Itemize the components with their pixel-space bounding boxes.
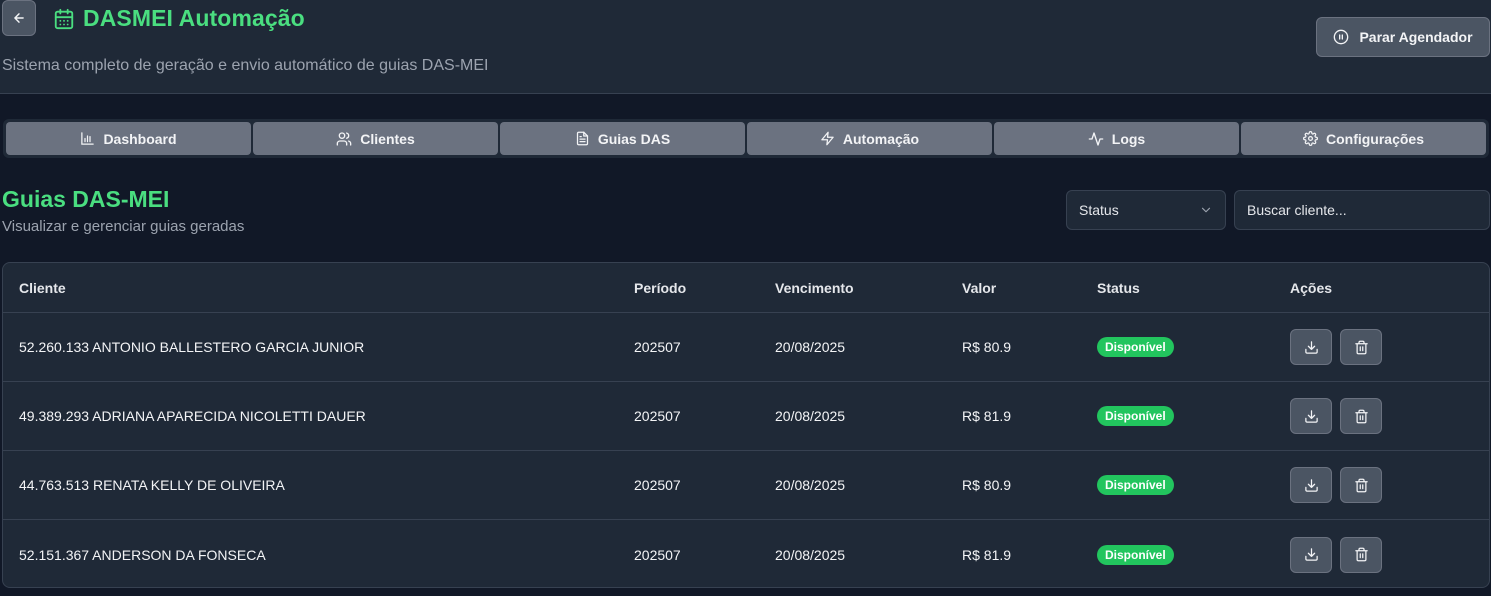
pause-circle-icon xyxy=(1334,29,1349,45)
cell-status: Disponível xyxy=(1097,451,1174,519)
chevron-down-icon xyxy=(1201,207,1211,213)
header-periodo: Período xyxy=(634,279,687,296)
cell-valor: R$ 80.9 xyxy=(962,339,1012,355)
zap-icon xyxy=(821,131,834,146)
tab-dashboard[interactable]: Dashboard xyxy=(6,122,251,155)
cell-valor: R$ 81.9 xyxy=(962,546,1012,563)
table-row: 52.151.367 ANDERSON DA FONSECA 202507 20… xyxy=(3,520,1489,587)
section-title: Guias DAS-MEI xyxy=(2,186,170,212)
cell-vencimento: 20/08/2025 xyxy=(775,339,846,355)
trash-icon xyxy=(1354,409,1368,423)
tab-label: Guias DAS xyxy=(597,130,671,147)
tab-label: Dashboard xyxy=(103,130,177,147)
cell-vencimento: 20/08/2025 xyxy=(775,408,846,424)
back-button[interactable] xyxy=(2,0,36,36)
tab-automacao[interactable]: Automação xyxy=(747,122,992,155)
trash-icon xyxy=(1354,340,1368,354)
cell-status: Disponível xyxy=(1097,520,1174,587)
guides-table: Cliente Período Vencimento Valor Status … xyxy=(2,262,1490,588)
tab-bar: Dashboard Clientes Guias DAS Automação L… xyxy=(3,119,1489,158)
app-subtitle: Sistema completo de geração e envio auto… xyxy=(2,57,489,74)
stop-scheduler-button[interactable]: Parar Agendador xyxy=(1316,17,1490,57)
table-row: 49.389.293 ADRIANA APARECIDA NICOLETTI D… xyxy=(3,382,1489,451)
cell-status: Disponível xyxy=(1097,313,1174,381)
search-client-input[interactable] xyxy=(1234,190,1490,230)
tab-label: Clientes xyxy=(360,130,415,147)
calendar-icon xyxy=(54,8,74,29)
cell-periodo: 202507 xyxy=(634,546,681,563)
cell-periodo: 202507 xyxy=(634,339,681,355)
users-icon xyxy=(336,131,352,146)
header-status: Status xyxy=(1097,279,1140,296)
section-subtitle: Visualizar e gerenciar guias geradas xyxy=(2,218,245,235)
cell-periodo: 202507 xyxy=(634,477,681,493)
app-title-group: DASMEI Automação xyxy=(53,5,305,32)
tab-label: Logs xyxy=(1111,130,1146,147)
trash-icon xyxy=(1354,547,1368,562)
download-icon xyxy=(1304,340,1318,354)
status-filter-label: Status xyxy=(1079,202,1119,218)
cell-cliente: 52.151.367 ANDERSON DA FONSECA xyxy=(19,546,266,563)
download-icon xyxy=(1304,409,1318,423)
file-text-icon xyxy=(576,131,588,146)
cell-vencimento: 20/08/2025 xyxy=(775,477,846,493)
table-row: 52.260.133 ANTONIO BALLESTERO GARCIA JUN… xyxy=(3,313,1489,382)
cell-periodo: 202507 xyxy=(634,408,681,424)
tab-label: Configurações xyxy=(1325,130,1424,147)
tab-guias-das[interactable]: Guias DAS xyxy=(500,122,745,155)
table-header-row: Cliente Período Vencimento Valor Status … xyxy=(3,263,1489,313)
cell-cliente: 44.763.513 RENATA KELLY DE OLIVEIRA xyxy=(19,477,285,493)
cell-acoes xyxy=(1290,520,1382,587)
delete-button[interactable] xyxy=(1340,398,1382,434)
status-badge: Disponível xyxy=(1097,337,1174,357)
tab-configuracoes[interactable]: Configurações xyxy=(1241,122,1486,155)
cell-status: Disponível xyxy=(1097,382,1174,450)
header-valor: Valor xyxy=(962,279,997,296)
header-acoes: Ações xyxy=(1290,279,1333,296)
delete-button[interactable] xyxy=(1340,467,1382,503)
header-vencimento: Vencimento xyxy=(775,279,854,296)
tab-label: Automação xyxy=(842,130,920,147)
delete-button[interactable] xyxy=(1340,536,1382,573)
status-badge: Disponível xyxy=(1097,544,1174,565)
app-title: DASMEI Automação xyxy=(83,5,305,31)
cell-acoes xyxy=(1290,313,1382,381)
download-icon xyxy=(1304,478,1318,492)
cell-vencimento: 20/08/2025 xyxy=(775,546,846,563)
download-button[interactable] xyxy=(1290,467,1332,503)
app-header: DASMEI Automação Sistema completo de ger… xyxy=(0,0,1491,94)
tab-clientes[interactable]: Clientes xyxy=(253,122,498,155)
status-badge: Disponível xyxy=(1097,475,1174,495)
stop-scheduler-label: Parar Agendador xyxy=(1359,29,1473,45)
gear-icon xyxy=(1303,131,1318,146)
download-button[interactable] xyxy=(1290,398,1332,434)
status-badge: Disponível xyxy=(1097,406,1174,426)
download-icon xyxy=(1304,548,1318,561)
header-cliente: Cliente xyxy=(19,279,66,296)
cell-acoes xyxy=(1290,382,1382,450)
table-row: 44.763.513 RENATA KELLY DE OLIVEIRA 2025… xyxy=(3,451,1489,520)
download-button[interactable] xyxy=(1290,329,1332,365)
status-filter-select[interactable]: Status xyxy=(1066,190,1226,230)
cell-valor: R$ 81.9 xyxy=(962,408,1012,424)
tab-logs[interactable]: Logs xyxy=(994,122,1239,155)
cell-cliente: 49.389.293 ADRIANA APARECIDA NICOLETTI D… xyxy=(19,408,366,424)
arrow-left-icon xyxy=(14,13,24,23)
bar-chart-icon xyxy=(81,132,95,145)
cell-cliente: 52.260.133 ANTONIO BALLESTERO GARCIA JUN… xyxy=(19,339,365,355)
download-button[interactable] xyxy=(1290,536,1332,573)
activity-icon xyxy=(1088,131,1104,146)
cell-valor: R$ 80.9 xyxy=(962,477,1012,493)
cell-acoes xyxy=(1290,451,1382,519)
trash-icon xyxy=(1354,478,1368,492)
delete-button[interactable] xyxy=(1340,329,1382,365)
